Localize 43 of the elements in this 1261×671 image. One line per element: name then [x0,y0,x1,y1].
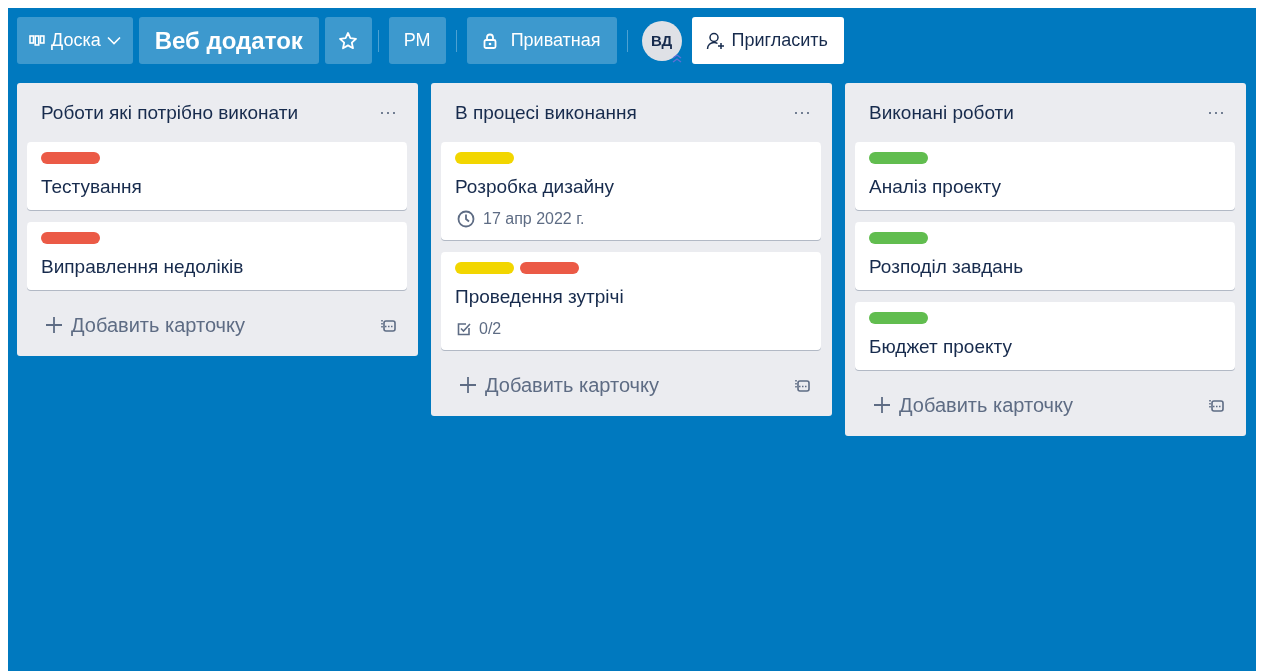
star-button[interactable] [324,17,372,64]
list-menu-button[interactable]: ··· [1201,102,1231,123]
card-title: Розробка дизайну [455,176,616,198]
board-icon [29,34,45,47]
task-card[interactable]: Бюджет проекту [855,302,1235,370]
template-icon [1209,397,1225,413]
list-title[interactable]: Роботи які потрібно виконати [41,101,299,124]
plus-icon [45,316,63,334]
card-title: Аналіз проекту [869,176,1002,198]
card-badge-text: 0/2 [479,320,502,338]
card-title: Розподіл завдань [869,256,1025,278]
add-person-icon [705,31,726,50]
add-card-button[interactable]: Добавить карточку [31,313,259,337]
lock-icon [482,32,497,49]
task-card[interactable]: Аналіз проекту [855,142,1235,210]
star-icon [338,30,359,51]
member-avatar[interactable]: ВД [641,20,682,61]
task-card[interactable]: Виправлення недоліків [27,222,407,290]
list-menu-button[interactable]: ··· [373,102,403,123]
chevron-down-icon [106,36,121,45]
checkbox-icon [457,322,471,336]
invite-button[interactable]: Пригласить [691,17,844,64]
card-title: Проведення зутрічі [455,286,625,308]
list-title[interactable]: В процесі виконання [455,101,637,124]
card-title: Тестування [41,176,143,198]
card-title: Виправлення недоліків [41,256,245,278]
template-icon [381,317,397,333]
list-menu-button[interactable]: ··· [787,102,817,123]
card-title: Бюджет проекту [869,336,1013,358]
task-card[interactable]: Розподіл завдань [855,222,1235,290]
add-card-button[interactable]: Добавить карточку [445,373,673,397]
task-card[interactable]: Проведення зутрічі 0/2 [441,252,821,350]
list-title[interactable]: Виконані роботи [869,101,1014,124]
template-icon [795,377,811,393]
chevrons-up-icon [671,52,682,63]
avatar-initials: ВД [650,32,673,49]
plus-icon [459,376,477,394]
task-card[interactable]: Тестування [27,142,407,210]
plus-icon [873,396,891,414]
add-card-button[interactable]: Добавить карточку [859,393,1087,417]
card-badge-text: 17 апр 2022 г. [483,210,585,228]
task-card[interactable]: Розробка дизайну 17 апр 2022 г. [441,142,821,240]
clock-icon [457,210,475,228]
